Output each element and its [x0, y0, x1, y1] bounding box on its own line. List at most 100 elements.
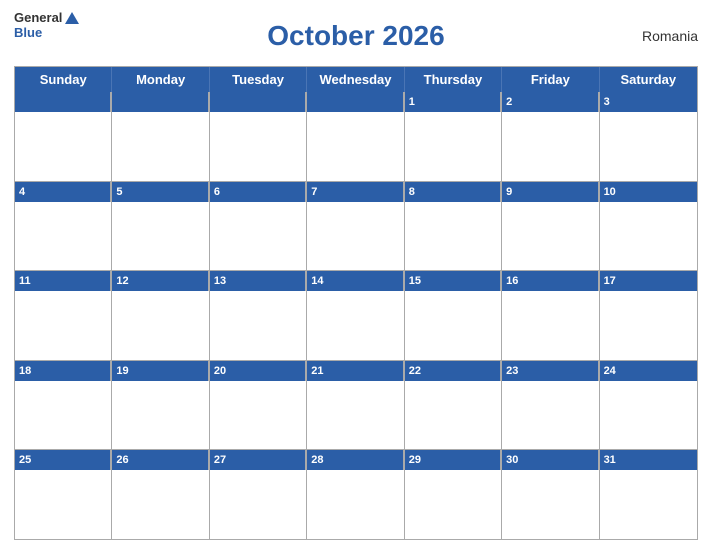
day-body-2-1 [112, 291, 208, 360]
day-number-3-1: 19 [112, 361, 208, 381]
day-body-3-5 [502, 381, 598, 450]
calendar-grid: Sunday Monday Tuesday Wednesday Thursday… [14, 66, 698, 540]
calendar-header: General Blue October 2026 Romania [14, 10, 698, 62]
day-cell-4-4: 29 [405, 450, 502, 539]
day-number-2-0: 11 [15, 271, 111, 291]
day-number-4-2: 27 [210, 450, 306, 470]
day-cell-3-5: 23 [502, 361, 599, 450]
day-cell-4-2: 27 [210, 450, 307, 539]
day-cell-4-1: 26 [112, 450, 209, 539]
day-number-1-4: 8 [405, 182, 501, 202]
day-number-0-4: 1 [405, 92, 501, 112]
week-row-3: 18192021222324 [15, 360, 697, 450]
day-body-2-0 [15, 291, 111, 360]
day-body-4-1 [112, 470, 208, 539]
header-friday: Friday [502, 67, 599, 92]
day-cell-1-6: 10 [600, 182, 697, 271]
day-cell-2-6: 17 [600, 271, 697, 360]
day-body-1-3 [307, 202, 403, 271]
day-number-3-3: 21 [307, 361, 403, 381]
day-number-4-4: 29 [405, 450, 501, 470]
header-wednesday: Wednesday [307, 67, 404, 92]
day-body-4-0 [15, 470, 111, 539]
day-body-1-5 [502, 202, 598, 271]
day-number-2-4: 15 [405, 271, 501, 291]
day-number-0-5: 2 [502, 92, 598, 112]
day-body-1-1 [112, 202, 208, 271]
day-body-0-5 [502, 112, 598, 181]
day-body-4-6 [600, 470, 697, 539]
week-row-0: 123 [15, 92, 697, 181]
day-body-4-4 [405, 470, 501, 539]
day-cell-1-3: 7 [307, 182, 404, 271]
day-number-1-6: 10 [600, 182, 697, 202]
calendar-body: 1234567891011121314151617181920212223242… [15, 92, 697, 539]
day-body-0-6 [600, 112, 697, 181]
day-body-0-4 [405, 112, 501, 181]
day-body-4-2 [210, 470, 306, 539]
day-cell-2-4: 15 [405, 271, 502, 360]
day-cell-1-5: 9 [502, 182, 599, 271]
day-number-3-4: 22 [405, 361, 501, 381]
day-cell-2-2: 13 [210, 271, 307, 360]
day-body-2-3 [307, 291, 403, 360]
logo-icon: General Blue [14, 10, 80, 40]
day-number-4-5: 30 [502, 450, 598, 470]
day-headers-row: Sunday Monday Tuesday Wednesday Thursday… [15, 67, 697, 92]
day-number-1-3: 7 [307, 182, 403, 202]
day-body-0-3 [307, 112, 403, 181]
day-body-2-6 [600, 291, 697, 360]
week-row-4: 25262728293031 [15, 449, 697, 539]
calendar-title: October 2026 [267, 20, 444, 52]
logo-general-text: General [14, 10, 62, 25]
day-number-4-1: 26 [112, 450, 208, 470]
day-cell-1-1: 5 [112, 182, 209, 271]
day-cell-0-1 [112, 92, 209, 181]
day-cell-3-0: 18 [15, 361, 112, 450]
day-number-3-5: 23 [502, 361, 598, 381]
day-number-2-6: 17 [600, 271, 697, 291]
day-body-2-4 [405, 291, 501, 360]
day-number-1-2: 6 [210, 182, 306, 202]
day-cell-0-3 [307, 92, 404, 181]
day-body-3-1 [112, 381, 208, 450]
header-saturday: Saturday [600, 67, 697, 92]
logo-triangle-icon [64, 11, 80, 25]
day-body-2-5 [502, 291, 598, 360]
day-body-2-2 [210, 291, 306, 360]
day-cell-3-3: 21 [307, 361, 404, 450]
day-body-3-6 [600, 381, 697, 450]
country-label: Romania [642, 28, 698, 44]
day-cell-4-6: 31 [600, 450, 697, 539]
day-number-4-3: 28 [307, 450, 403, 470]
day-number-0-6: 3 [600, 92, 697, 112]
day-number-1-0: 4 [15, 182, 111, 202]
day-cell-4-0: 25 [15, 450, 112, 539]
day-number-3-6: 24 [600, 361, 697, 381]
day-cell-0-6: 3 [600, 92, 697, 181]
day-body-3-3 [307, 381, 403, 450]
day-cell-0-0 [15, 92, 112, 181]
day-body-3-0 [15, 381, 111, 450]
day-body-1-2 [210, 202, 306, 271]
day-cell-3-4: 22 [405, 361, 502, 450]
day-cell-4-5: 30 [502, 450, 599, 539]
day-cell-3-2: 20 [210, 361, 307, 450]
day-number-0-3 [307, 92, 403, 112]
header-monday: Monday [112, 67, 209, 92]
day-number-3-2: 20 [210, 361, 306, 381]
header-sunday: Sunday [15, 67, 112, 92]
header-thursday: Thursday [405, 67, 502, 92]
day-cell-1-0: 4 [15, 182, 112, 271]
day-number-0-2 [210, 92, 306, 112]
day-number-2-2: 13 [210, 271, 306, 291]
day-cell-2-5: 16 [502, 271, 599, 360]
day-cell-1-4: 8 [405, 182, 502, 271]
day-number-0-0 [15, 92, 111, 112]
day-number-1-1: 5 [112, 182, 208, 202]
day-body-4-3 [307, 470, 403, 539]
day-number-2-5: 16 [502, 271, 598, 291]
day-body-3-4 [405, 381, 501, 450]
day-body-1-6 [600, 202, 697, 271]
day-number-4-6: 31 [600, 450, 697, 470]
